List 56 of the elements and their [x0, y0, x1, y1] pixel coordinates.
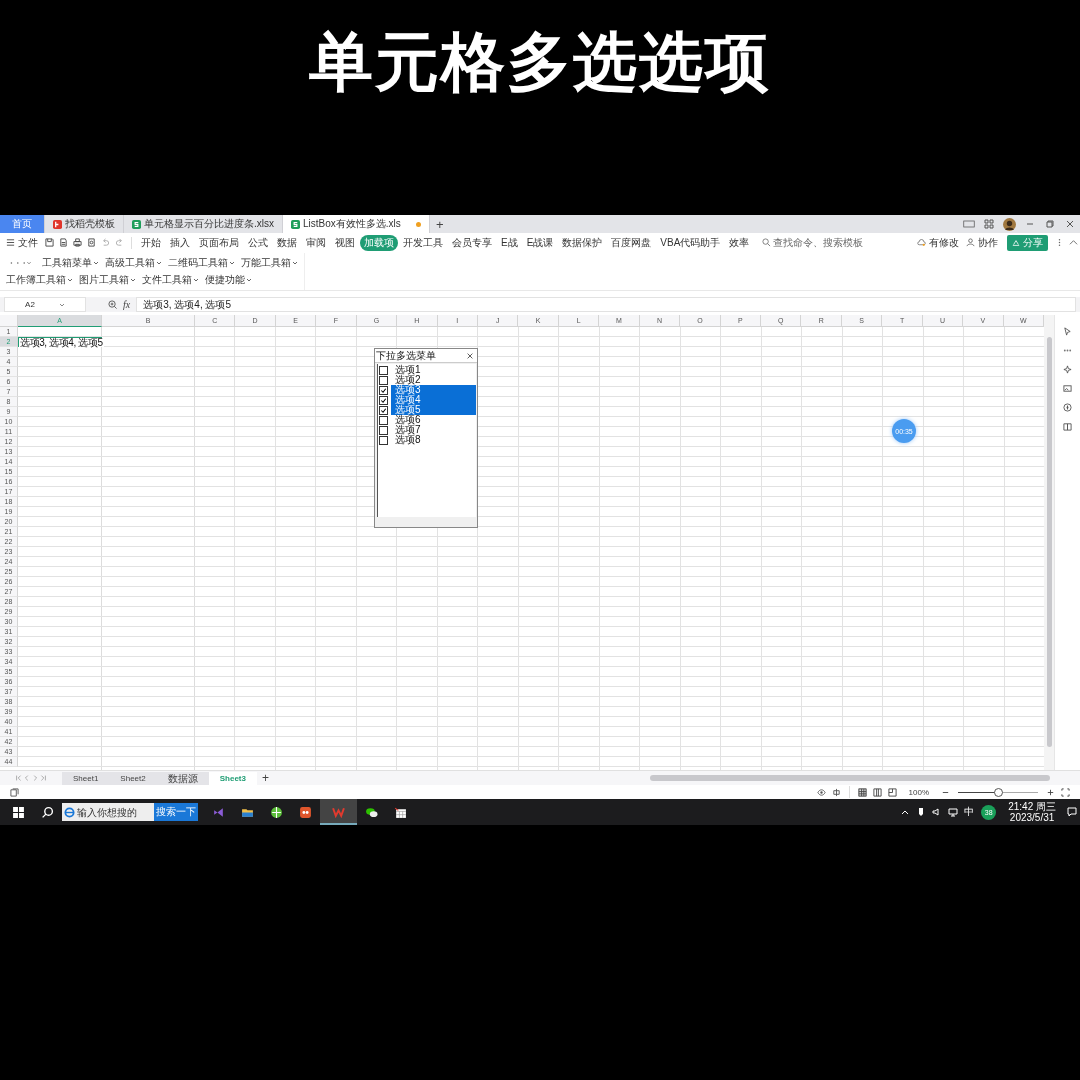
- function-label[interactable]: fx: [123, 299, 131, 310]
- list-item[interactable]: 选项8: [391, 435, 476, 446]
- ribbon-tab[interactable]: 开发工具: [399, 234, 447, 251]
- search-button[interactable]: 搜索一下: [154, 803, 198, 821]
- document-tab[interactable]: 首页: [0, 215, 45, 233]
- formula-field[interactable]: 选项3, 选项4, 选项5: [136, 297, 1076, 312]
- sheet-tab[interactable]: 数据源: [156, 771, 209, 785]
- video-title: 单元格多选选项: [309, 26, 771, 100]
- ribbon-tab[interactable]: 页面布局: [195, 234, 243, 251]
- name-box[interactable]: A2: [4, 297, 86, 312]
- taskbar-search-field[interactable]: 输入你想搜的: [62, 803, 154, 821]
- ribbon-tab[interactable]: 开始: [137, 234, 165, 251]
- toolbar-menu-button[interactable]: 高级工具箱: [105, 255, 162, 270]
- active-cell[interactable]: 选项3, 选项4, 选项5: [18, 337, 102, 348]
- list-item[interactable]: 选项2: [391, 375, 476, 386]
- toolbar-menu-button[interactable]: 便捷功能: [205, 272, 252, 287]
- clock-time[interactable]: 21:42 周三: [1008, 801, 1056, 812]
- command-search-field[interactable]: 查找命令、搜索模板: [760, 237, 870, 249]
- document-tab[interactable]: ListBox有效性多选.xls: [283, 215, 430, 233]
- list-item[interactable]: 选项5: [391, 405, 476, 416]
- list-item[interactable]: 选项6: [391, 415, 476, 426]
- sheet-tab[interactable]: Sheet1: [62, 771, 110, 785]
- sheet-tab[interactable]: Sheet3: [208, 771, 257, 785]
- ribbon-tab[interactable]: E战: [497, 234, 522, 251]
- toolbar-menu-button[interactable]: 工具箱菜单: [42, 255, 99, 270]
- changes-button[interactable]: 有修改: [929, 235, 959, 250]
- ribbon-tab[interactable]: 公式: [244, 234, 272, 251]
- list-item[interactable]: 选项3: [391, 385, 476, 396]
- ribbon-tab[interactable]: 视图: [331, 234, 359, 251]
- ribbon-tab[interactable]: 数据: [273, 234, 301, 251]
- new-tab-button[interactable]: +: [430, 216, 450, 232]
- toolbar-menu-button[interactable]: 图片工具箱: [79, 272, 136, 287]
- ribbon-tab[interactable]: 插入: [166, 234, 194, 251]
- sheet-tab[interactable]: Sheet2: [109, 771, 157, 785]
- list-item[interactable]: 选项4: [391, 395, 476, 406]
- add-sheet-button[interactable]: +: [256, 771, 274, 786]
- dialog-title: 下拉多选菜单: [376, 350, 436, 362]
- document-tab[interactable]: 找稻壳模板: [45, 215, 124, 233]
- ribbon-tab[interactable]: E战课: [522, 234, 558, 251]
- input-method-indicator[interactable]: 中: [964, 805, 975, 819]
- list-item[interactable]: 选项1: [391, 365, 476, 376]
- toolbar-menu-button[interactable]: 万能工具箱: [241, 255, 298, 270]
- toolbar-menu-button[interactable]: 工作簿工具箱: [6, 272, 73, 287]
- toolbar-menu-button[interactable]: 二维码工具箱: [168, 255, 235, 270]
- ribbon-tab[interactable]: 数据保护: [558, 234, 607, 251]
- ribbon-tab[interactable]: VBA代码助手: [656, 234, 725, 251]
- list-item[interactable]: 选项7: [391, 425, 476, 436]
- ribbon-tab[interactable]: 百度网盘: [607, 234, 656, 251]
- toolbar-menu-button[interactable]: 文件工具箱: [142, 272, 199, 287]
- ribbon-tab[interactable]: 效率: [725, 234, 754, 251]
- ribbon-tab[interactable]: 会员专享: [448, 234, 496, 251]
- clock-date[interactable]: 2023/5/31: [1009, 812, 1055, 823]
- file-menu[interactable]: 文件: [18, 235, 38, 250]
- ribbon-tab[interactable]: 审阅: [302, 234, 330, 251]
- zoom-level[interactable]: 100%: [908, 787, 929, 797]
- collaborate-button[interactable]: 协作: [978, 235, 998, 250]
